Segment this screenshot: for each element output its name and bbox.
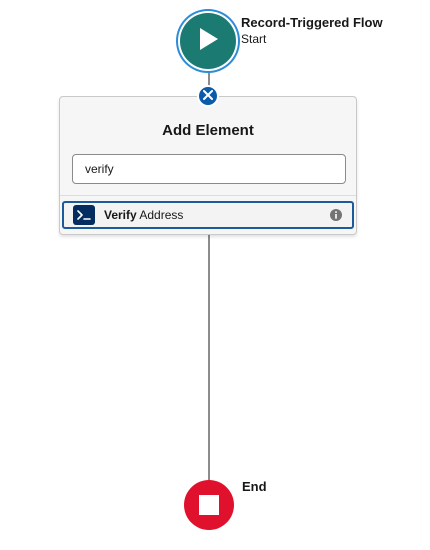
start-node-title: Record-Triggered Flow [241,15,383,30]
result-item-rest-text: Address [136,208,184,222]
end-node[interactable] [184,480,234,530]
result-item-verify-address[interactable]: Verify Address [62,201,354,229]
element-search-input[interactable] [72,154,346,184]
connector-bottom [208,234,210,482]
result-item-match-text: Verify [104,208,137,222]
close-icon [203,87,213,105]
panel-divider [60,195,356,196]
flow-canvas: Record-Triggered Flow Start Add Element … [0,0,430,550]
end-node-label: End [242,479,267,494]
start-node-subtitle: Start [241,32,267,46]
stop-icon [199,495,219,515]
apex-action-icon [73,205,95,225]
panel-title: Add Element [162,122,254,139]
start-node[interactable] [180,13,236,69]
info-icon[interactable] [330,209,342,221]
result-item-label: Verify Address [104,208,183,222]
close-add-element-button[interactable] [197,85,219,107]
add-element-panel: Add Element Verify Address [59,96,357,235]
play-icon [197,27,219,56]
